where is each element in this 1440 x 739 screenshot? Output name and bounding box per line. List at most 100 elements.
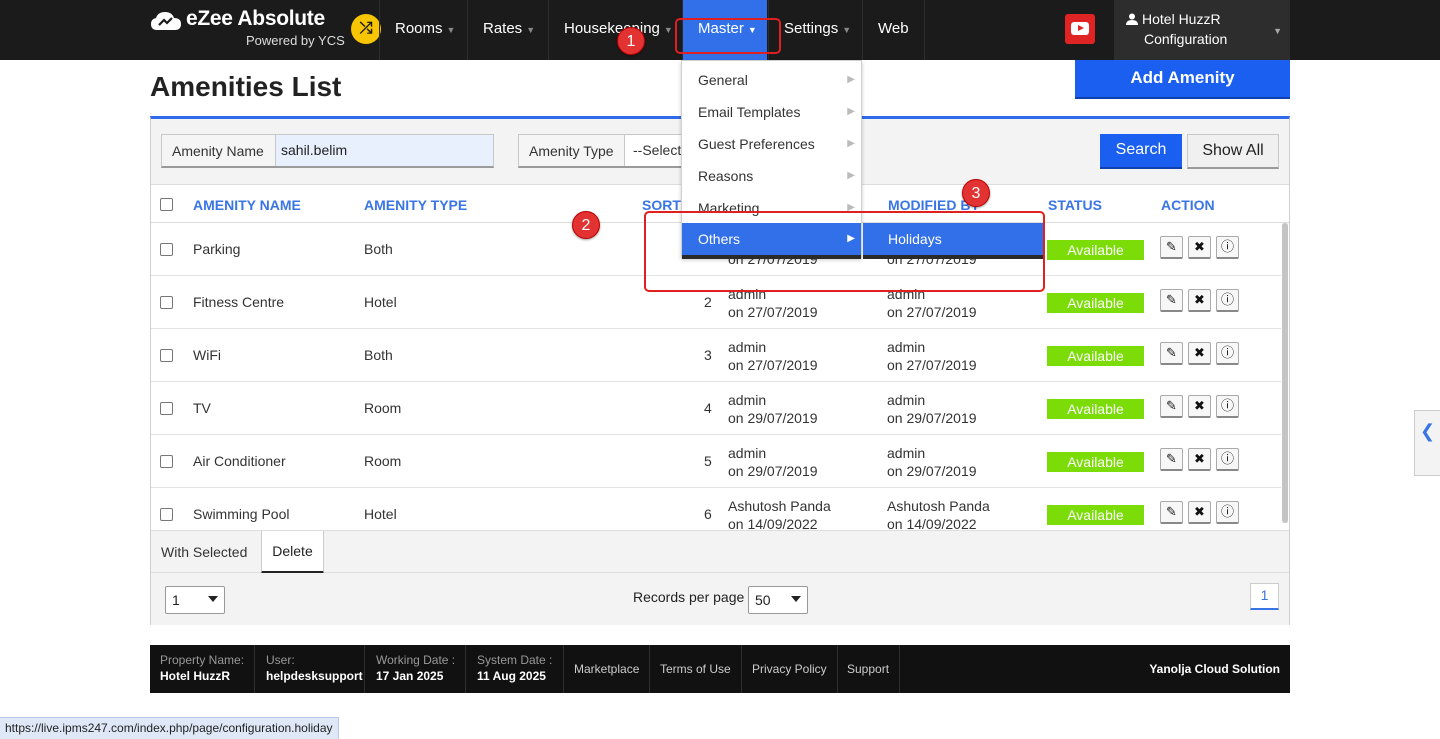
footer-working-value: 17 Jan 2025 bbox=[376, 669, 444, 683]
table-row: Air Conditioner Room 5 admin on 29/07/20… bbox=[151, 435, 1281, 488]
show-all-button[interactable]: Show All bbox=[1187, 134, 1279, 169]
column-amenity-type[interactable]: AMENITY TYPE bbox=[364, 197, 467, 213]
annotation-marker-1: 1 bbox=[617, 27, 645, 55]
column-amenity-name[interactable]: AMENITY NAME bbox=[193, 197, 301, 213]
modified-on: on 27/07/2019 bbox=[887, 304, 977, 320]
youtube-icon[interactable] bbox=[1065, 14, 1095, 44]
with-selected-label: With Selected bbox=[161, 544, 248, 560]
user-line1: Hotel HuzzR bbox=[1126, 11, 1221, 27]
row-checkbox[interactable] bbox=[160, 349, 173, 362]
nav-settings-label: Settings bbox=[784, 20, 839, 37]
footer-system-label: System Date : bbox=[477, 653, 553, 667]
footer-link-privacy[interactable]: Privacy Policy bbox=[742, 645, 838, 693]
row-checkbox[interactable] bbox=[160, 508, 173, 521]
amenity-name: Air Conditioner bbox=[193, 453, 286, 469]
chevron-right-icon: ▶ bbox=[847, 170, 855, 181]
row-checkbox[interactable] bbox=[160, 402, 173, 415]
chevron-down-icon bbox=[791, 596, 801, 602]
created-on: on 14/09/2022 bbox=[728, 516, 818, 530]
nav-rates[interactable]: Rates ▼ bbox=[467, 0, 550, 60]
nav-web[interactable]: Web bbox=[862, 0, 925, 60]
pencil-icon[interactable]: ✎ bbox=[1160, 236, 1183, 259]
close-icon[interactable]: ✖ bbox=[1188, 236, 1211, 259]
amenity-type: Both bbox=[364, 241, 393, 257]
amenity-type: Hotel bbox=[364, 506, 397, 522]
nav-rooms-label: Rooms bbox=[395, 20, 443, 37]
table-row: WiFi Both 3 admin on 27/07/2019 admin on… bbox=[151, 329, 1281, 382]
close-icon[interactable]: ✖ bbox=[1188, 342, 1211, 365]
menu-item-label: Email Templates bbox=[698, 104, 801, 120]
nav-settings[interactable]: Settings ▼ bbox=[768, 0, 866, 60]
footer-link-terms[interactable]: Terms of Use bbox=[650, 645, 742, 693]
status-badge[interactable]: Available bbox=[1047, 452, 1144, 472]
shuffle-icon[interactable]: ⤮ bbox=[351, 14, 381, 44]
status-badge[interactable]: Available bbox=[1047, 346, 1144, 366]
status-badge[interactable]: Available bbox=[1047, 399, 1144, 419]
footer-property-label: Property Name: bbox=[160, 653, 245, 667]
row-checkbox[interactable] bbox=[160, 243, 173, 256]
info-icon[interactable]: ⓘ bbox=[1216, 501, 1239, 524]
menu-item-guest-preferences[interactable]: Guest Preferences ▶ bbox=[682, 128, 861, 160]
status-badge[interactable]: Available bbox=[1047, 240, 1144, 260]
status-bar-url: https://live.ipms247.com/index.php/page/… bbox=[0, 717, 339, 739]
info-icon[interactable]: ⓘ bbox=[1216, 342, 1239, 365]
row-checkbox[interactable] bbox=[160, 455, 173, 468]
info-icon[interactable]: ⓘ bbox=[1216, 236, 1239, 259]
records-per-page-select[interactable]: 50 bbox=[748, 586, 808, 614]
amenity-type: Room bbox=[364, 400, 402, 416]
add-amenity-button[interactable]: Add Amenity bbox=[1075, 60, 1290, 99]
amenity-type: Hotel bbox=[364, 294, 397, 310]
menu-item-label: Reasons bbox=[698, 168, 754, 184]
info-icon[interactable]: ⓘ bbox=[1216, 448, 1239, 471]
nav-rooms[interactable]: Rooms ▼ bbox=[379, 0, 470, 60]
page-select[interactable]: 1 bbox=[165, 586, 225, 614]
status-badge[interactable]: Available bbox=[1047, 293, 1144, 313]
table-scrollbar-thumb[interactable] bbox=[1282, 223, 1288, 523]
footer-working-label: Working Date : bbox=[376, 653, 456, 667]
nav-housekeeping[interactable]: Housekeeping ▼ bbox=[548, 0, 688, 60]
footer-property-value: Hotel HuzzR bbox=[160, 669, 230, 683]
close-icon[interactable]: ✖ bbox=[1188, 395, 1211, 418]
info-icon[interactable]: ⓘ bbox=[1216, 289, 1239, 312]
modified-by: admin bbox=[887, 445, 926, 461]
pencil-icon[interactable]: ✎ bbox=[1160, 501, 1183, 524]
footer-link-support[interactable]: Support bbox=[837, 645, 901, 693]
records-per-page-value: 50 bbox=[755, 592, 771, 608]
delete-selected-button[interactable]: Delete bbox=[261, 531, 324, 574]
created-by: admin bbox=[728, 445, 767, 461]
column-status[interactable]: STATUS bbox=[1048, 197, 1102, 213]
page-number-button[interactable]: 1 bbox=[1250, 583, 1279, 610]
menu-item-reasons[interactable]: Reasons ▶ bbox=[682, 160, 861, 192]
pencil-icon[interactable]: ✎ bbox=[1160, 395, 1183, 418]
menu-item-general[interactable]: General ▶ bbox=[682, 64, 861, 96]
close-icon[interactable]: ✖ bbox=[1188, 501, 1211, 524]
amenity-type-label: Amenity Type bbox=[529, 143, 614, 159]
search-button[interactable]: Search bbox=[1100, 134, 1182, 169]
table-row: Swimming Pool Hotel 6 Ashutosh Panda on … bbox=[151, 488, 1281, 530]
footer-link-marketplace[interactable]: Marketplace bbox=[564, 645, 651, 693]
footer-brand: Yanolja Cloud Solution bbox=[1149, 662, 1280, 676]
footer-bar: Property Name: Hotel HuzzR User: helpdes… bbox=[150, 645, 1290, 693]
select-all-checkbox[interactable] bbox=[160, 198, 173, 211]
footer-working-date: Working Date : 17 Jan 2025 bbox=[366, 645, 466, 693]
brand-logo[interactable]: eZee Absolute Powered by YCS ⤮ bbox=[150, 6, 381, 54]
bulk-actions-bar: With Selected Delete bbox=[151, 530, 1289, 574]
chevron-right-icon: ▶ bbox=[847, 74, 855, 85]
user-menu[interactable]: Hotel HuzzR Configuration ▼ bbox=[1114, 0, 1290, 60]
info-icon[interactable]: ⓘ bbox=[1216, 395, 1239, 418]
close-icon[interactable]: ✖ bbox=[1188, 289, 1211, 312]
row-checkbox[interactable] bbox=[160, 296, 173, 309]
pencil-icon[interactable]: ✎ bbox=[1160, 448, 1183, 471]
amenity-name-input[interactable]: sahil.belim bbox=[275, 135, 493, 166]
chevron-right-icon: ▶ bbox=[847, 106, 855, 117]
user-line2: Configuration bbox=[1144, 31, 1228, 47]
menu-item-email-templates[interactable]: Email Templates ▶ bbox=[682, 96, 861, 128]
created-on: on 29/07/2019 bbox=[728, 463, 818, 479]
pencil-icon[interactable]: ✎ bbox=[1160, 289, 1183, 312]
sort-order: 3 bbox=[704, 347, 712, 363]
pencil-icon[interactable]: ✎ bbox=[1160, 342, 1183, 365]
close-icon[interactable]: ✖ bbox=[1188, 448, 1211, 471]
modified-by: admin bbox=[887, 339, 926, 355]
status-badge[interactable]: Available bbox=[1047, 505, 1144, 525]
chevron-left-icon[interactable]: ❮ bbox=[1414, 410, 1440, 476]
